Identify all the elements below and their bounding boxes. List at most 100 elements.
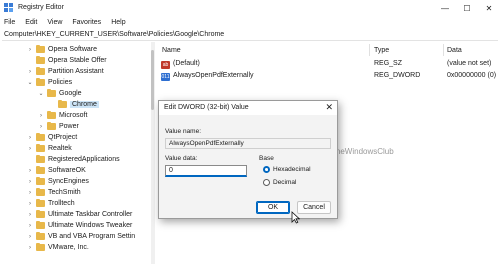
tree-item[interactable]: ⌄ Google xyxy=(37,88,82,99)
folder-icon xyxy=(36,166,45,174)
tree-scrollbar-thumb[interactable] xyxy=(151,50,154,110)
tree-item[interactable]: › Opera Software xyxy=(26,44,97,55)
maximize-button[interactable]: ☐ xyxy=(456,0,478,16)
tree-item-label: Power xyxy=(59,123,79,130)
tree-item[interactable]: › VB and VBA Program Settin xyxy=(26,231,135,242)
tree-item[interactable]: › QtProject xyxy=(26,132,77,143)
tree-item-label: Realtek xyxy=(48,145,72,152)
column-data-header[interactable]: Data xyxy=(447,47,462,54)
column-separator[interactable] xyxy=(369,44,370,56)
tree-item-label: SoftwareOK xyxy=(48,167,86,174)
cancel-button[interactable]: Cancel xyxy=(297,201,331,214)
tree-item-label: Chrome xyxy=(70,101,99,108)
tree-item[interactable]: › Power xyxy=(37,121,79,132)
tree-item[interactable]: ⌄ Policies xyxy=(26,77,72,88)
ok-button[interactable]: OK xyxy=(256,201,290,214)
tree-item[interactable]: › Ultimate Taskbar Controller xyxy=(26,209,132,220)
dialog-title: Edit DWORD (32-bit) Value xyxy=(164,104,249,111)
hexadecimal-label[interactable]: Hexadecimal xyxy=(273,166,311,173)
hexadecimal-radio[interactable] xyxy=(263,166,270,173)
chevron-down-icon[interactable]: ⌄ xyxy=(37,90,45,97)
chevron-right-icon[interactable]: › xyxy=(26,179,34,185)
chevron-right-icon[interactable]: › xyxy=(37,124,45,130)
values-list-header: Name Type Data xyxy=(157,44,500,57)
tree-item-label: Ultimate Windows Tweaker xyxy=(48,222,133,229)
address-bar[interactable]: Computer\HKEY_CURRENT_USER\Software\Poli… xyxy=(2,29,498,41)
dialog-close-icon[interactable]: ✕ xyxy=(325,102,333,113)
folder-icon xyxy=(36,210,45,218)
folder-icon xyxy=(36,67,45,75)
tree-item[interactable]: › SoftwareOK xyxy=(26,165,86,176)
value-name-label: Value name: xyxy=(165,128,202,135)
tree-item[interactable]: › Realtek xyxy=(26,143,72,154)
window-title: Registry Editor xyxy=(18,4,64,11)
minimize-button[interactable]: — xyxy=(434,0,456,16)
folder-icon xyxy=(36,188,45,196)
tree-item[interactable]: › Ultimate Windows Tweaker xyxy=(26,220,132,231)
chevron-right-icon[interactable]: › xyxy=(26,69,34,75)
chevron-right-icon[interactable]: › xyxy=(26,190,34,196)
tree-item[interactable]: › Trolltech xyxy=(26,198,75,209)
folder-icon xyxy=(36,133,45,141)
tree-item[interactable]: › Microsoft xyxy=(37,110,87,121)
chevron-right-icon[interactable]: › xyxy=(26,47,34,53)
registry-editor-icon xyxy=(4,3,13,12)
folder-icon xyxy=(47,89,56,97)
menu-file[interactable]: File xyxy=(4,19,15,26)
title-bar: Registry Editor — ☐ ✕ xyxy=(0,0,500,16)
value-data-input[interactable]: 0 xyxy=(165,165,247,177)
folder-icon xyxy=(58,100,67,108)
chevron-right-icon[interactable]: › xyxy=(26,234,34,240)
string-value-icon: ab xyxy=(161,61,170,69)
menu-help[interactable]: Help xyxy=(111,19,125,26)
column-separator[interactable] xyxy=(443,44,444,56)
menu-favorites[interactable]: Favorites xyxy=(72,19,101,26)
chevron-right-icon[interactable]: › xyxy=(26,135,34,141)
decimal-radio[interactable] xyxy=(263,179,270,186)
folder-icon xyxy=(36,177,45,185)
value-name: AlwaysOpenPdfExternally xyxy=(173,72,254,79)
tree-item[interactable]: › VMware, Inc. xyxy=(26,242,89,253)
chevron-right-icon[interactable]: › xyxy=(26,223,34,229)
chevron-right-icon[interactable]: › xyxy=(26,168,34,174)
menu-view[interactable]: View xyxy=(47,19,62,26)
chevron-right-icon[interactable]: › xyxy=(26,212,34,218)
chevron-right-icon[interactable]: › xyxy=(37,113,45,119)
value-data: 0x00000000 (0) xyxy=(447,72,497,79)
chevron-right-icon[interactable]: › xyxy=(26,201,34,207)
folder-icon xyxy=(36,243,45,251)
tree-item[interactable]: › SyncEngines xyxy=(26,176,89,187)
tree-item[interactable]: › TechSmith xyxy=(26,187,81,198)
key-tree: › Opera Software Opera Stable Offer › Partit… xyxy=(0,42,155,264)
tree-item[interactable]: › Partition Assistant xyxy=(26,66,104,77)
close-button[interactable]: ✕ xyxy=(478,0,500,16)
tree-item-label: VMware, Inc. xyxy=(48,244,89,251)
tree-item-label: Google xyxy=(59,90,82,97)
folder-icon xyxy=(47,111,56,119)
value-data: (value not set) xyxy=(447,60,492,67)
chevron-right-icon[interactable]: › xyxy=(26,146,34,152)
chevron-right-icon[interactable]: › xyxy=(26,245,34,251)
edit-dword-dialog: Edit DWORD (32-bit) Value ✕ Value name: … xyxy=(158,100,338,219)
tree-item[interactable]: Opera Stable Offer xyxy=(26,55,107,66)
folder-icon xyxy=(36,144,45,152)
mouse-cursor-icon xyxy=(291,211,300,224)
decimal-label[interactable]: Decimal xyxy=(273,179,296,186)
tree-item[interactable]: Chrome xyxy=(48,99,99,110)
folder-icon xyxy=(36,221,45,229)
column-name-header[interactable]: Name xyxy=(162,47,181,54)
tree-item-label: QtProject xyxy=(48,134,78,141)
column-type-header[interactable]: Type xyxy=(374,47,389,54)
tree-item-label: Policies xyxy=(48,79,73,86)
folder-icon xyxy=(36,45,45,53)
tree-item-label: Partition Assistant xyxy=(48,68,104,75)
folder-icon xyxy=(36,78,45,86)
folder-icon xyxy=(47,122,56,130)
menu-edit[interactable]: Edit xyxy=(25,19,37,26)
tree-item[interactable]: RegisteredApplications xyxy=(26,154,120,165)
dialog-title-bar: Edit DWORD (32-bit) Value ✕ xyxy=(159,101,337,115)
tree-item-label: Opera Software xyxy=(48,46,98,53)
chevron-down-icon[interactable]: ⌄ xyxy=(26,79,34,86)
tree-item-label: RegisteredApplications xyxy=(48,156,120,163)
value-name: (Default) xyxy=(173,60,200,67)
